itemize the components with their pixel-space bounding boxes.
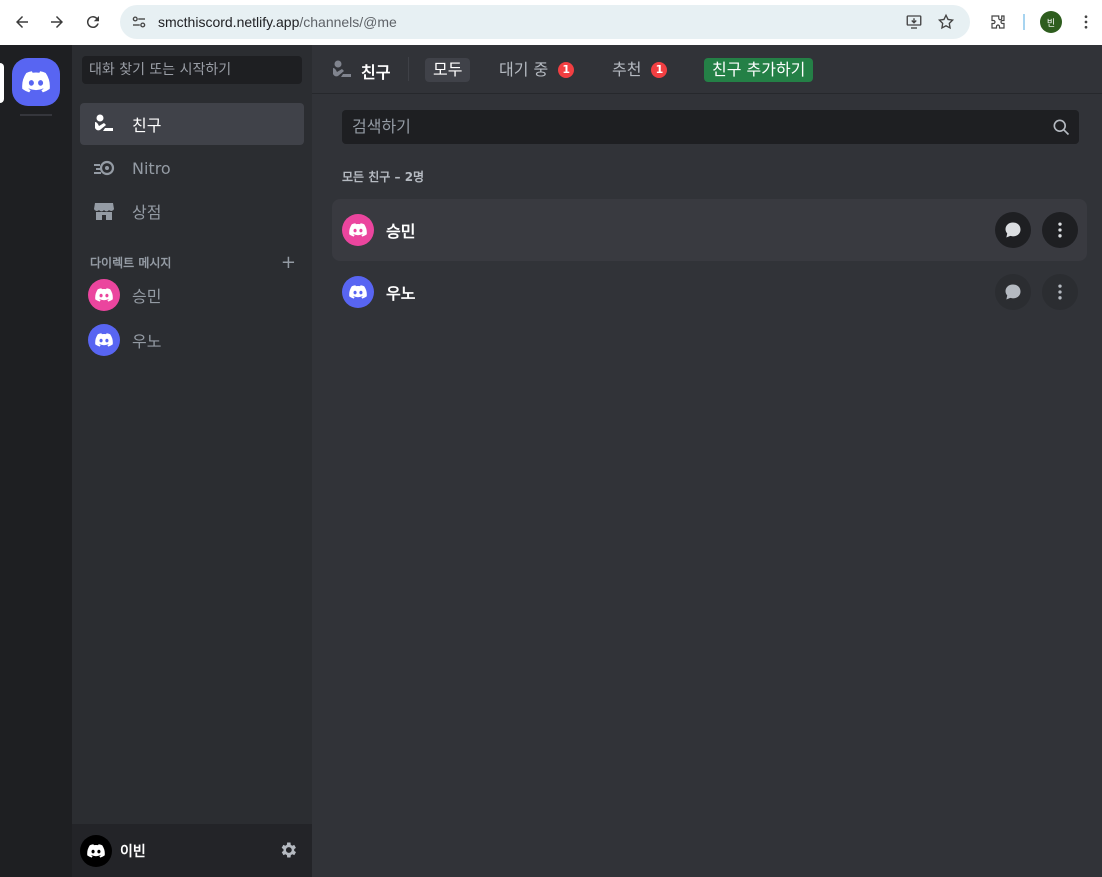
user-panel: 이빈 xyxy=(72,824,312,877)
chat-bubble-icon xyxy=(1005,222,1021,238)
sidebar-item-label: Nitro xyxy=(132,158,171,178)
shop-icon xyxy=(88,195,120,227)
url-text: smcthiscord.netlify.app/channels/@me xyxy=(158,14,397,30)
gear-icon[interactable] xyxy=(278,840,298,860)
browser-toolbar: smcthiscord.netlify.app/channels/@me 빈 xyxy=(0,0,1102,45)
add-friend-button[interactable]: 친구 추가하기 xyxy=(704,58,814,82)
discord-logo-icon xyxy=(87,843,105,858)
message-button[interactable] xyxy=(995,212,1031,248)
discord-logo-icon xyxy=(349,285,367,299)
friend-count-label: 모든 친구 – 2명 xyxy=(342,170,425,184)
more-options-button[interactable] xyxy=(1042,212,1078,248)
back-icon[interactable] xyxy=(8,8,36,36)
sidebar-item-label: 상점 xyxy=(132,203,162,222)
add-dm-button[interactable]: + xyxy=(281,252,296,273)
avatar[interactable] xyxy=(80,834,112,867)
more-options-button[interactable] xyxy=(1042,274,1078,310)
sidebar-item-label: 친구 xyxy=(132,116,162,135)
rail-divider xyxy=(20,114,52,116)
avatar xyxy=(342,276,374,308)
sidebar-item-nitro[interactable]: Nitro xyxy=(80,147,304,189)
friends-icon xyxy=(333,60,351,77)
dm-sidebar: 대화 찾기 또는 시작하기 친구 Nitro 상점 다이렉트 메시지 + 승민 … xyxy=(72,45,312,877)
friend-name: 승민 xyxy=(386,222,416,241)
tab-pending[interactable]: 대기 중 1 xyxy=(491,58,582,82)
tab-suggested[interactable]: 추천 1 xyxy=(604,58,675,82)
discord-logo-icon xyxy=(95,333,113,347)
tab-label: 추천 xyxy=(612,60,642,79)
username: 이빈 xyxy=(120,843,146,860)
search-placeholder: 검색하기 xyxy=(352,117,411,136)
header-divider xyxy=(408,57,409,81)
profile-initial: 빈 xyxy=(1046,18,1056,29)
dm-name: 승민 xyxy=(132,287,162,306)
message-button[interactable] xyxy=(995,274,1031,310)
search-icon xyxy=(1053,119,1070,136)
dm-item[interactable]: 우노 xyxy=(80,319,304,361)
install-app-icon[interactable] xyxy=(900,8,928,36)
friends-header: 친구 모두 대기 중 1 추천 1 친구 추가하기 xyxy=(312,45,1102,94)
avatar xyxy=(88,324,120,356)
avatar xyxy=(88,279,120,311)
friends-icon xyxy=(88,108,120,140)
avatar xyxy=(342,214,374,246)
friend-search-input[interactable]: 검색하기 xyxy=(342,110,1079,144)
forward-icon[interactable] xyxy=(43,8,71,36)
reload-icon[interactable] xyxy=(79,8,107,36)
suggested-badge: 1 xyxy=(651,62,668,78)
dm-name: 우노 xyxy=(132,332,162,351)
tab-label: 친구 추가하기 xyxy=(712,60,806,79)
conversation-search[interactable]: 대화 찾기 또는 시작하기 xyxy=(82,56,302,84)
address-bar[interactable]: smcthiscord.netlify.app/channels/@me xyxy=(120,5,970,39)
dm-section-header: 다이렉트 메시지 + xyxy=(90,252,296,273)
discord-logo-icon xyxy=(349,223,367,237)
menu-kebab-icon[interactable] xyxy=(1072,8,1100,36)
friend-row[interactable]: 승민 xyxy=(332,199,1087,261)
selected-indicator xyxy=(0,63,4,103)
sidebar-item-shop[interactable]: 상점 xyxy=(80,190,304,232)
nitro-icon xyxy=(88,152,120,184)
bookmark-star-icon[interactable] xyxy=(932,8,960,36)
more-vertical-icon xyxy=(1058,284,1062,300)
tab-all[interactable]: 모두 xyxy=(425,58,471,82)
discord-logo-icon xyxy=(22,71,50,93)
toolbar-divider xyxy=(1023,14,1025,30)
discord-logo-icon xyxy=(95,288,113,302)
tab-label: 대기 중 xyxy=(499,60,549,79)
dm-item[interactable]: 승민 xyxy=(80,274,304,316)
main-panel: 친구 모두 대기 중1 추천 1 친구 추가하기 검색하기 모든 친구 – 2명 … xyxy=(312,45,1102,877)
extensions-icon[interactable] xyxy=(984,8,1012,36)
site-settings-icon[interactable] xyxy=(130,13,148,31)
home-button[interactable] xyxy=(12,58,60,106)
tab-label: 모두 xyxy=(433,60,463,79)
sidebar-item-friends[interactable]: 친구 xyxy=(80,103,304,145)
friend-name: 우노 xyxy=(386,284,416,303)
chat-bubble-icon xyxy=(1005,284,1021,300)
profile-avatar[interactable]: 빈 xyxy=(1040,11,1062,33)
more-vertical-icon xyxy=(1058,222,1062,238)
dm-header-label: 다이렉트 메시지 xyxy=(90,256,172,270)
page-title: 친구 xyxy=(361,63,391,82)
friend-row[interactable]: 우노 xyxy=(332,261,1087,323)
server-rail xyxy=(0,45,72,877)
pending-badge: 1 xyxy=(558,62,575,78)
